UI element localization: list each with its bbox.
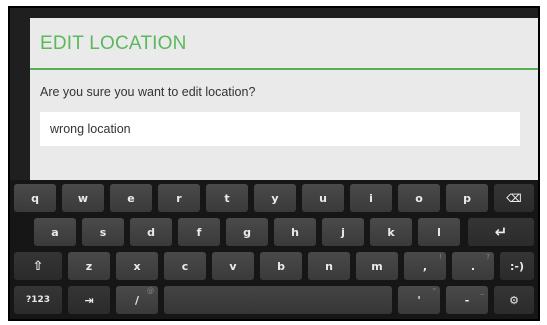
keyboard-row-1: q w e r t y u i o p ⌫	[10, 184, 538, 214]
period-label: .	[470, 259, 476, 273]
key-m[interactable]: m	[356, 252, 398, 280]
key-period[interactable]: . ?	[452, 252, 494, 280]
key-h[interactable]: h	[274, 218, 316, 246]
key-u[interactable]: u	[302, 184, 344, 212]
enter-icon: ↵	[494, 223, 508, 241]
smiley-key[interactable]: :-)	[500, 252, 534, 280]
key-d[interactable]: d	[130, 218, 172, 246]
key-s[interactable]: s	[82, 218, 124, 246]
key-k[interactable]: k	[370, 218, 412, 246]
key-c[interactable]: c	[164, 252, 206, 280]
device-screen: EDIT LOCATION Are you sure you want to e…	[8, 6, 540, 321]
comma-hint: !	[439, 253, 442, 261]
key-apostrophe[interactable]: ' "	[398, 286, 440, 314]
keyboard-row-3: ⇧ z x c v b n m , ! . ? :-)	[10, 252, 538, 282]
symbols-key[interactable]: ?123	[14, 286, 62, 314]
key-o[interactable]: o	[398, 184, 440, 212]
key-e[interactable]: e	[110, 184, 152, 212]
shift-key[interactable]: ⇧	[14, 252, 62, 280]
key-i[interactable]: i	[350, 184, 392, 212]
key-a[interactable]: a	[34, 218, 76, 246]
slash-hint: @	[147, 287, 154, 295]
key-slash[interactable]: / @	[116, 286, 158, 314]
enter-key[interactable]: ↵	[468, 218, 534, 246]
comma-label: ,	[422, 259, 428, 273]
key-z[interactable]: z	[68, 252, 110, 280]
edit-location-dialog: EDIT LOCATION Are you sure you want to e…	[30, 18, 538, 186]
key-l[interactable]: l	[418, 218, 460, 246]
apostrophe-hint: "	[432, 287, 436, 295]
tab-icon: ⇥	[84, 293, 94, 307]
key-p[interactable]: p	[446, 184, 488, 212]
keyboard-row-4: ?123 ⇥ / @ ' " - _ ⚙	[10, 286, 538, 316]
key-b[interactable]: b	[260, 252, 302, 280]
shift-icon: ⇧	[32, 258, 44, 274]
key-g[interactable]: g	[226, 218, 268, 246]
key-v[interactable]: v	[212, 252, 254, 280]
soft-keyboard: q w e r t y u i o p ⌫ a s d f g h j k l	[10, 180, 538, 319]
key-t[interactable]: t	[206, 184, 248, 212]
settings-key[interactable]: ⚙	[494, 286, 534, 314]
apostrophe-label: '	[417, 293, 421, 307]
slash-label: /	[134, 293, 140, 307]
key-w[interactable]: w	[62, 184, 104, 212]
keyboard-row-2: a s d f g h j k l ↵	[10, 218, 538, 248]
dash-hint: _	[480, 287, 485, 295]
key-dash[interactable]: - _	[446, 286, 488, 314]
dialog-title: EDIT LOCATION	[30, 18, 538, 70]
key-x[interactable]: x	[116, 252, 158, 280]
tab-key[interactable]: ⇥	[68, 286, 110, 314]
settings-icon: ⚙	[509, 293, 519, 307]
dialog-message: Are you sure you want to edit location?	[40, 85, 256, 99]
key-y[interactable]: y	[254, 184, 296, 212]
dash-label: -	[464, 293, 470, 307]
key-f[interactable]: f	[178, 218, 220, 246]
key-r[interactable]: r	[158, 184, 200, 212]
key-n[interactable]: n	[308, 252, 350, 280]
backspace-key[interactable]: ⌫	[494, 184, 534, 212]
backspace-icon: ⌫	[506, 191, 522, 205]
key-comma[interactable]: , !	[404, 252, 446, 280]
location-input[interactable]	[40, 112, 520, 146]
key-q[interactable]: q	[14, 184, 56, 212]
period-hint: ?	[486, 253, 490, 261]
key-j[interactable]: j	[322, 218, 364, 246]
space-bar[interactable]	[164, 286, 392, 314]
